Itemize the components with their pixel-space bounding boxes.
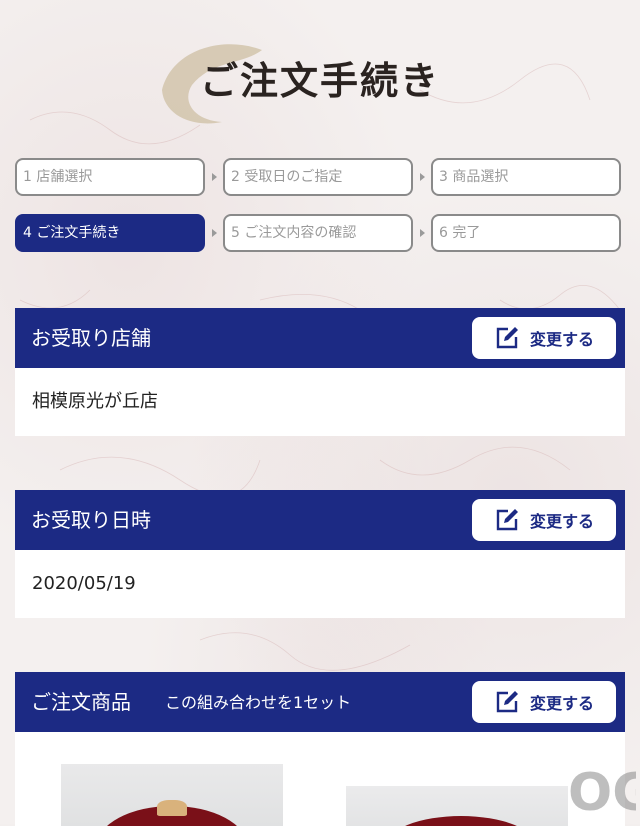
change-products-label: 変更する: [529, 694, 594, 713]
step-arrow-icon: [420, 229, 425, 237]
store-section-header: お受取り店舗 変更する: [15, 308, 625, 368]
products-section: ご注文商品 この組み合わせを1セット 変更する: [15, 672, 625, 826]
datetime-section: お受取り日時 変更する 2020/05/19: [15, 490, 625, 618]
datetime-section-header: お受取り日時 変更する: [15, 490, 625, 550]
product-image[interactable]: [346, 786, 568, 826]
change-datetime-label: 変更する: [529, 512, 594, 531]
datetime-value: 2020/05/19: [15, 550, 625, 618]
svg-text:OG: OG: [568, 763, 636, 820]
products-list: [15, 732, 625, 826]
step-3: 3 商品選択: [431, 158, 621, 196]
product-image[interactable]: [61, 764, 283, 826]
change-store-label: 変更する: [529, 330, 594, 349]
products-section-subtitle: この組み合わせを1セット: [165, 693, 352, 712]
products-section-title: ご注文商品: [31, 690, 131, 714]
step-5: 5 ご注文内容の確認: [223, 214, 413, 252]
store-value: 相模原光が丘店: [15, 368, 625, 436]
datetime-section-title: お受取り日時: [31, 508, 151, 532]
step-4: 4 ご注文手続き: [15, 214, 205, 252]
watermark-logo: OG: [568, 763, 636, 820]
products-section-header: ご注文商品 この組み合わせを1セット 変更する: [15, 672, 625, 732]
step-arrow-icon: [212, 229, 217, 237]
bowl-image: [386, 816, 536, 826]
step-arrow-icon: [420, 173, 425, 181]
step-1: 1 店舗選択: [15, 158, 205, 196]
store-section-title: お受取り店舗: [31, 326, 151, 350]
step-2: 2 受取日のご指定: [223, 158, 413, 196]
page-header: ご注文手続き: [0, 20, 640, 130]
change-products-button[interactable]: 変更する: [472, 681, 616, 723]
food-topping: [157, 800, 187, 816]
edit-icon: [496, 327, 518, 349]
change-datetime-button[interactable]: 変更する: [472, 499, 616, 541]
edit-icon: [496, 509, 518, 531]
step-6: 6 完了: [431, 214, 621, 252]
change-store-button[interactable]: 変更する: [472, 317, 616, 359]
page-title: ご注文手続き: [199, 58, 440, 103]
step-arrow-icon: [212, 173, 217, 181]
edit-icon: [496, 691, 518, 713]
store-section: お受取り店舗 変更する 相模原光が丘店: [15, 308, 625, 436]
